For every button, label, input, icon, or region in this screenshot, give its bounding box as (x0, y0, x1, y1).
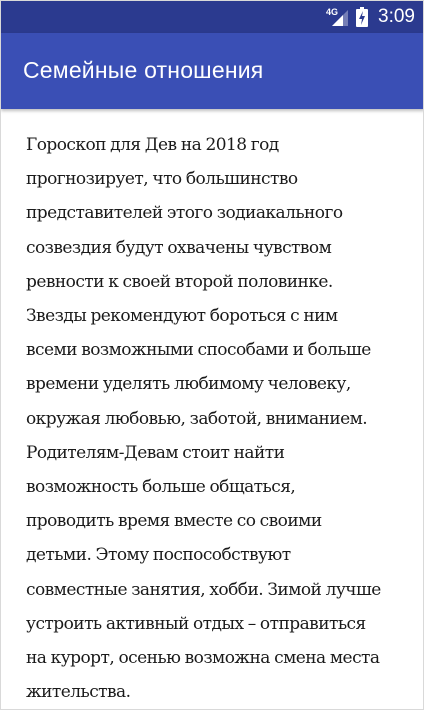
article-line: прогнозирует, что большинство (26, 169, 298, 190)
article-line: жительства. (26, 682, 131, 703)
article-line: времени уделять любимому человеку, (26, 374, 351, 395)
article-text: Гороскоп для Дев на 2018 год прогнозирует… (26, 128, 414, 709)
article-line: совместные занятия, хобби. Зимой лучше (26, 579, 381, 600)
signal-strength-icon (332, 10, 349, 26)
article-line: проводить время вместе со своими (26, 511, 322, 532)
page-title: Семейные отношения (23, 57, 264, 83)
article-line: устроить активный отдых – отправиться (26, 613, 366, 634)
article-line: возможность больше общаться, (26, 477, 296, 498)
article-line: Гороскоп для Дев на 2018 год (26, 135, 279, 155)
battery-charging-icon (356, 7, 369, 27)
cell-signal-icon: 4G (326, 7, 349, 26)
article-line: детьми. Этому поспособствуют (26, 545, 291, 566)
article-content: Гороскоп для Дев на 2018 год прогнозирует… (26, 128, 414, 709)
article-line: на курорт, осенью возможна смена места (26, 648, 380, 669)
article-line: окружая любовью, заботой, вниманием. (26, 408, 368, 429)
status-icons: 4G 3:09 (326, 1, 415, 33)
article-line: Родителям-Девам стоит найти (26, 442, 285, 463)
article-line: всеми возможными способами и больше (26, 340, 371, 361)
status-clock: 3:09 (378, 6, 415, 27)
phone-screen: 4G 3:09 Семейные отношения Гороскоп для … (0, 0, 424, 710)
article-line: Звезды рекомендуют бороться с ним (26, 306, 338, 327)
article-line: представителей этого зодиакального (26, 203, 343, 224)
article-line: созвездия будут охвачены чувством (26, 237, 332, 258)
article-line: ревности к своей второй половинке. (26, 271, 333, 292)
status-bar: 4G 3:09 (1, 1, 423, 33)
app-bar: Семейные отношения (1, 33, 423, 109)
